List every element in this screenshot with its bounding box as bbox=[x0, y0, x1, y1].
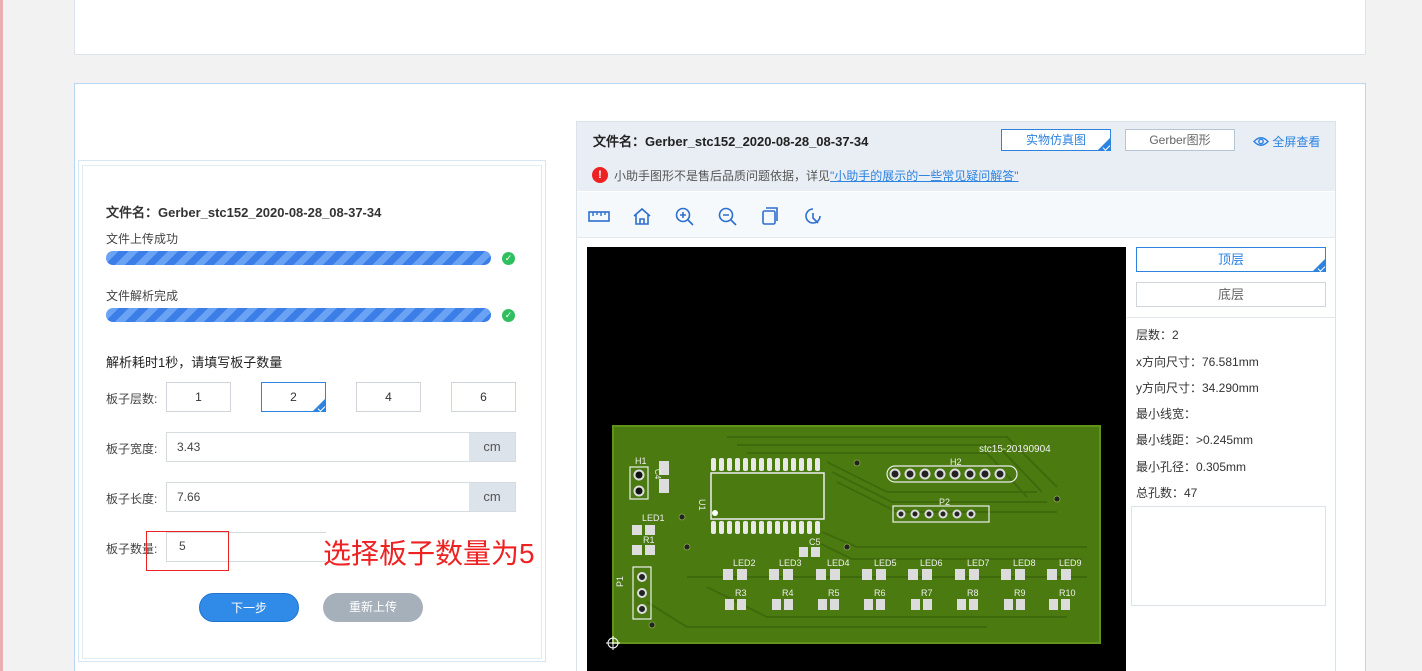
silk-r5: R5 bbox=[828, 588, 840, 598]
spec-min-hole: 最小孔径：0.305mm bbox=[1136, 460, 1247, 474]
length-unit: cm bbox=[469, 483, 515, 511]
parse-success-icon: ✓ bbox=[502, 309, 515, 322]
specs-extra-box bbox=[1131, 506, 1326, 606]
silk-u1: U1 bbox=[697, 499, 707, 511]
silk-r6: R6 bbox=[874, 588, 886, 598]
bottom-layer-button[interactable]: 底层 bbox=[1136, 282, 1326, 307]
specs-divider bbox=[1127, 317, 1335, 318]
length-field[interactable]: 7.66 cm bbox=[166, 482, 516, 512]
selected-check-icon bbox=[1097, 137, 1111, 151]
zoom-out-icon[interactable] bbox=[716, 205, 738, 227]
home-icon[interactable] bbox=[631, 205, 653, 227]
pcb-preview-canvas[interactable]: stc15-20190904 U1 H1 C4 H2 P2 LED1 R1 C5… bbox=[587, 247, 1126, 671]
silk-led3: LED3 bbox=[779, 558, 802, 568]
silk-led5: LED5 bbox=[874, 558, 897, 568]
layer-option-4[interactable]: 4 bbox=[356, 382, 421, 412]
spec-total-holes: 总孔数：47 bbox=[1136, 486, 1198, 500]
parse-progress-bar bbox=[106, 308, 491, 322]
warning-text: 小助手图形不是售后品质问题依据，详见"小助手的展示的一些常见疑问解答" bbox=[614, 167, 1019, 184]
silk-led2: LED2 bbox=[733, 558, 756, 568]
layer-option-2-label: 2 bbox=[290, 390, 297, 404]
length-label: 板子长度: bbox=[106, 492, 158, 506]
selected-check-icon bbox=[1312, 258, 1326, 272]
silk-title: stc15-20190904 bbox=[979, 444, 1051, 455]
selected-check-icon bbox=[312, 398, 326, 412]
layers-icon[interactable] bbox=[759, 205, 781, 227]
width-field[interactable]: 3.43 cm bbox=[166, 432, 516, 462]
top-card bbox=[74, 0, 1366, 55]
parse-status-label: 文件解析完成 bbox=[106, 289, 179, 303]
silk-r7: R7 bbox=[921, 588, 933, 598]
spec-min-spacing: 最小线距：>0.245mm bbox=[1136, 433, 1254, 447]
silk-led8: LED8 bbox=[1013, 558, 1036, 568]
page-edge-line bbox=[0, 0, 3, 671]
top-layer-button[interactable]: 顶层 bbox=[1136, 247, 1326, 272]
silk-r3: R3 bbox=[735, 588, 747, 598]
spec-min-width: 最小线宽： bbox=[1136, 407, 1197, 421]
reupload-button[interactable]: 重新上传 bbox=[323, 593, 423, 622]
silk-r8: R8 bbox=[967, 588, 979, 598]
silk-r4: R4 bbox=[782, 588, 794, 598]
ruler-icon[interactable] bbox=[588, 205, 610, 227]
upload-success-icon: ✓ bbox=[502, 252, 515, 265]
parse-time-heading: 解析耗时1秒，请填写板子数量 bbox=[106, 355, 283, 370]
silk-c4: C4 bbox=[653, 469, 662, 480]
pcb-board-image: stc15-20190904 U1 H1 C4 H2 P2 LED1 R1 C5… bbox=[606, 425, 1101, 650]
silk-led1: LED1 bbox=[642, 513, 665, 523]
width-label: 板子宽度: bbox=[106, 442, 158, 456]
faq-link[interactable]: "小助手的展示的一些常见疑问解答" bbox=[830, 169, 1019, 183]
silk-r9: R9 bbox=[1014, 588, 1026, 598]
tab-real-view-label: 实物仿真图 bbox=[1025, 133, 1086, 147]
rotate-icon[interactable] bbox=[802, 205, 824, 227]
preview-file-name: 文件名：Gerber_stc152_2020-08-28_08-37-34 bbox=[593, 134, 869, 149]
quantity-highlight-box bbox=[146, 531, 229, 571]
silk-p1: P1 bbox=[615, 576, 625, 587]
tab-real-view[interactable]: 实物仿真图 bbox=[1001, 129, 1111, 151]
silk-led4: LED4 bbox=[827, 558, 850, 568]
silk-c5: C5 bbox=[809, 537, 821, 547]
silk-led9: LED9 bbox=[1059, 558, 1082, 568]
warning-message: 小助手图形不是售后品质问题依据，详见 bbox=[614, 169, 831, 183]
width-unit: cm bbox=[469, 433, 515, 461]
tab-gerber-view[interactable]: Gerber图形 bbox=[1125, 129, 1235, 151]
zoom-in-icon[interactable] bbox=[673, 205, 695, 227]
fullscreen-label: 全屏查看 bbox=[1272, 135, 1321, 149]
fullscreen-link[interactable]: 全屏查看 bbox=[1253, 133, 1320, 150]
top-layer-label: 顶层 bbox=[1217, 252, 1244, 267]
silk-led6: LED6 bbox=[920, 558, 943, 568]
layer-option-6[interactable]: 6 bbox=[451, 382, 516, 412]
length-value: 7.66 bbox=[177, 490, 201, 504]
silk-r10: R10 bbox=[1059, 588, 1076, 598]
layer-option-2[interactable]: 2 bbox=[261, 382, 326, 412]
spec-x-size: x方向尺寸：76.581mm bbox=[1136, 355, 1259, 369]
silk-r1: R1 bbox=[643, 535, 655, 545]
spec-y-size: y方向尺寸：34.290mm bbox=[1136, 381, 1259, 395]
file-name-label: 文件名：Gerber_stc152_2020-08-28_08-37-34 bbox=[106, 205, 382, 220]
next-step-button[interactable]: 下一步 bbox=[199, 593, 299, 622]
upload-status-label: 文件上传成功 bbox=[106, 232, 179, 246]
spec-layers: 层数：2 bbox=[1136, 328, 1179, 342]
silk-led7: LED7 bbox=[967, 558, 990, 568]
annotation-text: 选择板子数量为5 bbox=[323, 538, 535, 569]
upload-progress-bar bbox=[106, 251, 491, 265]
layers-label: 板子层数: bbox=[106, 392, 158, 406]
silk-h1: H1 bbox=[635, 456, 647, 466]
eye-icon bbox=[1253, 137, 1269, 146]
warning-icon: ! bbox=[592, 167, 608, 183]
layer-option-1[interactable]: 1 bbox=[166, 382, 231, 412]
width-value: 3.43 bbox=[177, 440, 201, 454]
